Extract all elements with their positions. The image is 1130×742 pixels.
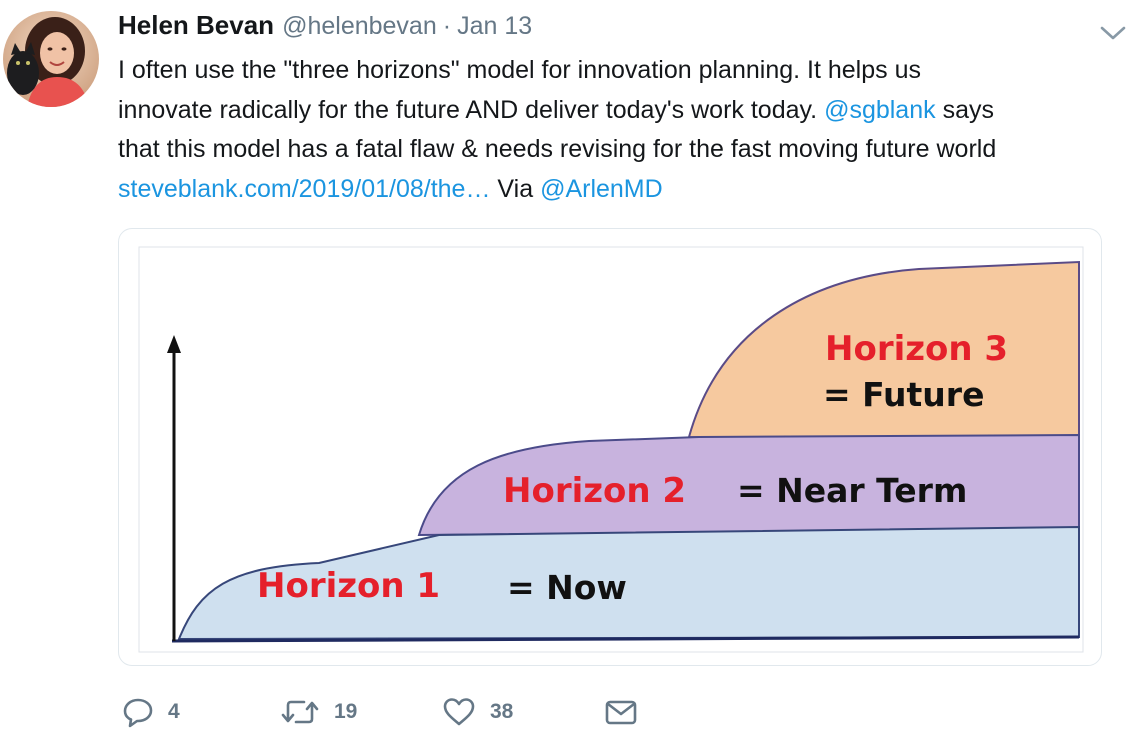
tweet-text: I often use the "three horizons" model f…	[118, 51, 1123, 209]
reply-icon	[123, 698, 153, 728]
like-button[interactable]: 38	[442, 692, 513, 732]
tweet-text-line: I often use the "three horizons" model f…	[118, 56, 921, 84]
tweet[interactable]: Helen Bevan @helenbevan · Jan 13 I often…	[0, 0, 1130, 742]
url-link[interactable]: steveblank.com/2019/01/08/the…	[118, 175, 490, 203]
tweet-text-segment: says	[942, 95, 994, 124]
tweet-text-line: that this model has a fatal flaw & needs…	[118, 135, 997, 163]
retweet-icon	[281, 700, 319, 724]
avatar[interactable]	[3, 11, 99, 107]
avatar-image	[3, 11, 99, 107]
media-image[interactable]: Horizon 3 = Future Horizon 2 = Near Term…	[118, 228, 1102, 666]
like-count: 38	[490, 700, 514, 723]
envelope-icon	[605, 700, 637, 725]
horizon3-desc: = Future	[823, 375, 985, 414]
horizon2-label: Horizon 2	[503, 471, 687, 511]
retweet-button[interactable]: 19	[280, 692, 357, 732]
heart-icon	[443, 698, 475, 726]
horizon2-desc: = Near Term	[737, 471, 968, 510]
tweet-date[interactable]: Jan 13	[457, 12, 532, 41]
mention-link[interactable]: @sgblank	[824, 96, 936, 124]
chevron-down-icon	[1100, 26, 1126, 40]
tweet-text-segment: Via	[497, 174, 534, 203]
retweet-count: 19	[334, 700, 358, 723]
author-name[interactable]: Helen Bevan	[118, 10, 274, 41]
horizon3-label: Horizon 3	[825, 329, 1009, 369]
tweet-text-line: innovate radically for the future AND de…	[118, 91, 1123, 131]
horizon1-desc: = Now	[507, 568, 627, 607]
mention-link[interactable]: @ArlenMD	[540, 175, 663, 203]
tweet-text-segment: innovate radically for the future AND de…	[118, 95, 818, 124]
horizon1-label: Horizon 1	[257, 566, 441, 606]
tweet-header: Helen Bevan @helenbevan · Jan 13	[118, 10, 532, 44]
separator-dot: ·	[442, 12, 452, 40]
reply-count: 4	[168, 700, 180, 723]
more-options-button[interactable]	[1098, 22, 1128, 44]
tweet-text-line: steveblank.com/2019/01/08/the… Via @Arle…	[118, 170, 1123, 210]
reply-button[interactable]: 4	[122, 692, 180, 732]
direct-message-button[interactable]	[604, 692, 638, 732]
author-handle[interactable]: @helenbevan	[282, 12, 437, 41]
